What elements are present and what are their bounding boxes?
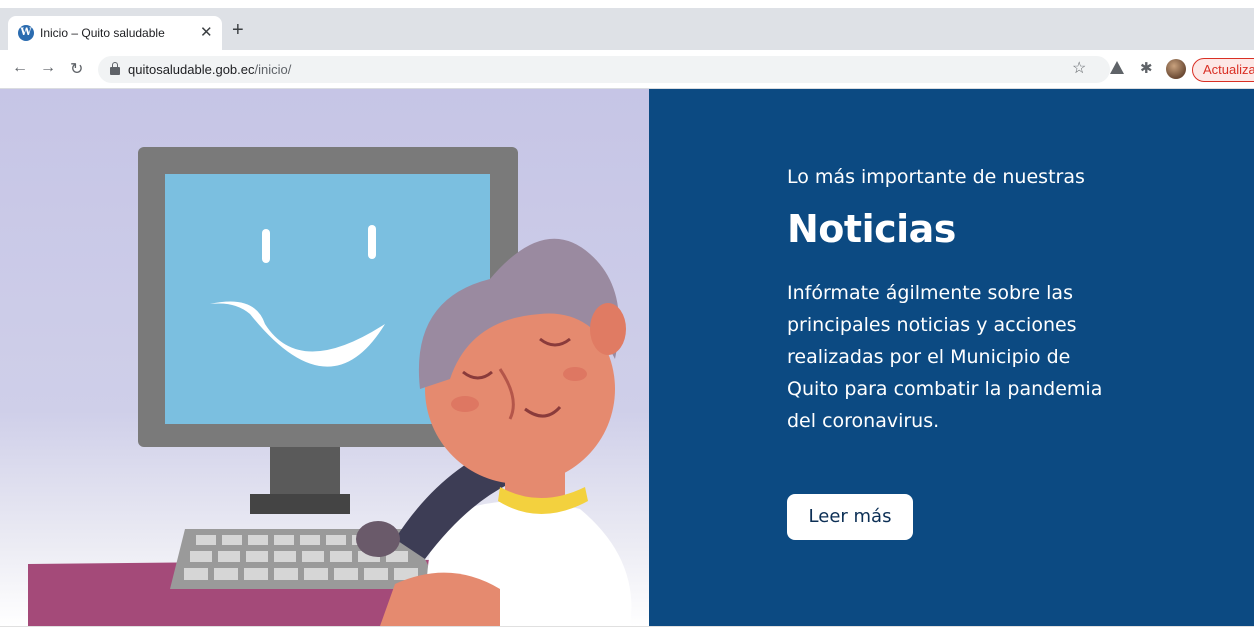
browser-window: W Inicio – Quito saludable ✕ + ← → ↻ qui… xyxy=(0,8,1254,626)
read-more-button[interactable]: Leer más xyxy=(787,494,913,540)
hero-description: Infórmate ágilmente sobre las principale… xyxy=(787,282,1103,432)
update-button[interactable]: Actualizar xyxy=(1192,58,1254,82)
profile-avatar[interactable] xyxy=(1166,59,1186,79)
news-panel: Lo más importante de nuestras Noticias I… xyxy=(649,89,1254,626)
tab-inicio[interactable]: W Inicio – Quito saludable ✕ xyxy=(8,16,222,50)
address-bar[interactable]: quitosaludable.gob.ec/inicio/ xyxy=(98,56,1110,83)
extensions-puzzle-icon[interactable]: ✱ xyxy=(1140,59,1153,77)
new-tab-icon[interactable]: + xyxy=(232,20,244,40)
wordpress-icon: W xyxy=(18,25,34,41)
url-host: quitosaludable.gob.ec xyxy=(128,62,255,77)
hero-subtitle: Lo más importante de nuestras xyxy=(787,166,1085,188)
drive-extension-icon[interactable] xyxy=(1110,61,1124,74)
smiley-eye-right xyxy=(368,225,376,259)
hero-title: Noticias xyxy=(787,207,956,251)
woman-hand xyxy=(356,521,400,557)
smiley-eye-left xyxy=(262,229,270,263)
hero-illustration xyxy=(0,89,649,626)
browser-toolbar: ← → ↻ quitosaludable.gob.ec/inicio/ ☆ ✱ … xyxy=(0,50,1254,89)
lock-icon[interactable] xyxy=(110,62,120,75)
page-bottom-divider xyxy=(0,626,1254,627)
illustration-woman-computer xyxy=(28,147,632,626)
bookmark-star-icon[interactable]: ☆ xyxy=(1072,58,1086,78)
page-content: Lo más importante de nuestras Noticias I… xyxy=(0,89,1254,626)
reload-icon[interactable]: ↻ xyxy=(70,59,83,79)
tab-strip: W Inicio – Quito saludable ✕ + xyxy=(0,8,1254,50)
url-text[interactable]: quitosaludable.gob.ec/inicio/ xyxy=(128,62,291,77)
url-path: /inicio/ xyxy=(254,62,292,77)
close-icon[interactable]: ✕ xyxy=(200,23,213,41)
forward-icon[interactable]: → xyxy=(40,59,56,77)
back-icon[interactable]: ← xyxy=(12,59,28,77)
tab-title: Inicio – Quito saludable xyxy=(40,26,165,40)
